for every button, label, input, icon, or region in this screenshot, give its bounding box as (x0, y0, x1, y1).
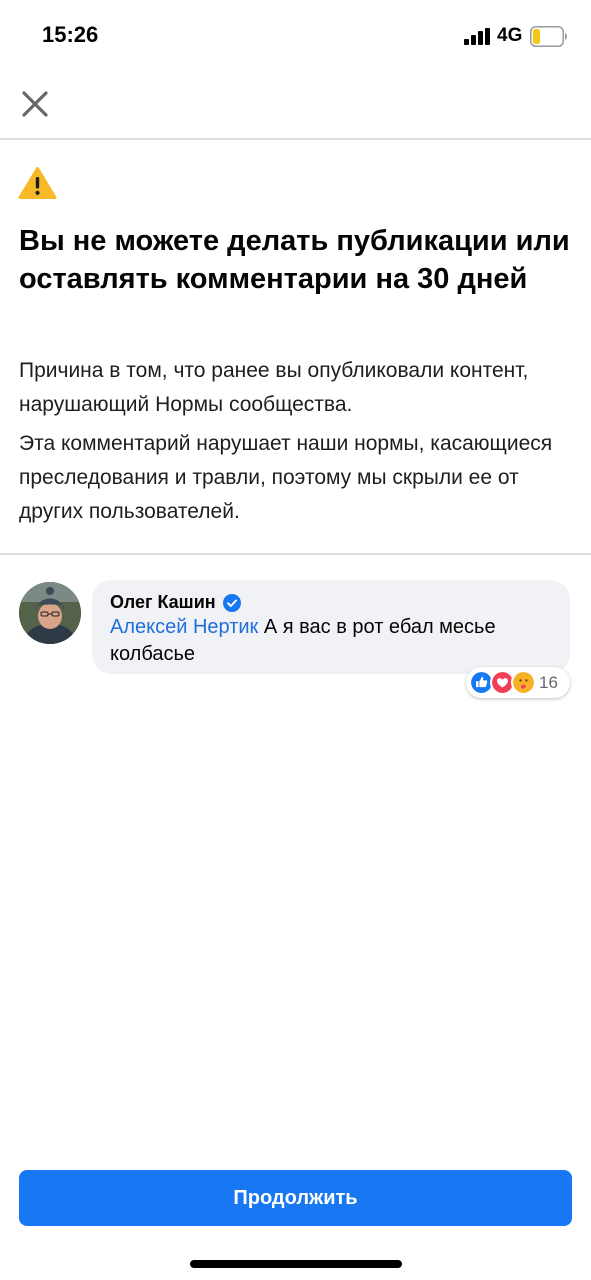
warning-icon (18, 167, 57, 199)
status-bar: 15:26 4G (0, 0, 591, 72)
reactions-summary[interactable]: 16 (466, 667, 570, 698)
reaction-count: 16 (539, 672, 558, 692)
network-label: 4G (497, 25, 523, 46)
close-icon[interactable] (18, 87, 52, 121)
comment-mention[interactable]: Алексей Нертик (110, 616, 258, 638)
detail-text: Эта комментарий нарушает наши нормы, кас… (19, 432, 553, 523)
verified-badge-icon (222, 593, 241, 612)
care-reaction-icon (511, 670, 536, 695)
content-divider (0, 553, 591, 555)
comment-text: Алексей Нертик А я вас в рот ебал месье … (110, 614, 560, 668)
home-indicator[interactable] (190, 1260, 402, 1268)
status-time: 15:26 (42, 22, 99, 47)
page-title: Вы не можете делать публикации или остав… (19, 225, 570, 295)
signal-icon (464, 28, 490, 45)
continue-button[interactable]: Продолжить (19, 1170, 572, 1226)
comment-author-row: Олег Кашин (110, 592, 241, 613)
header-divider (0, 138, 591, 140)
reason-text: Причина в том, что ранее вы опубликовали… (19, 359, 529, 416)
avatar (19, 582, 81, 644)
battery-icon (530, 26, 567, 47)
comment-author[interactable]: Олег Кашин (110, 592, 216, 613)
comment-bubble: Олег Кашин Алексей Нертик А я вас в рот … (92, 580, 570, 674)
